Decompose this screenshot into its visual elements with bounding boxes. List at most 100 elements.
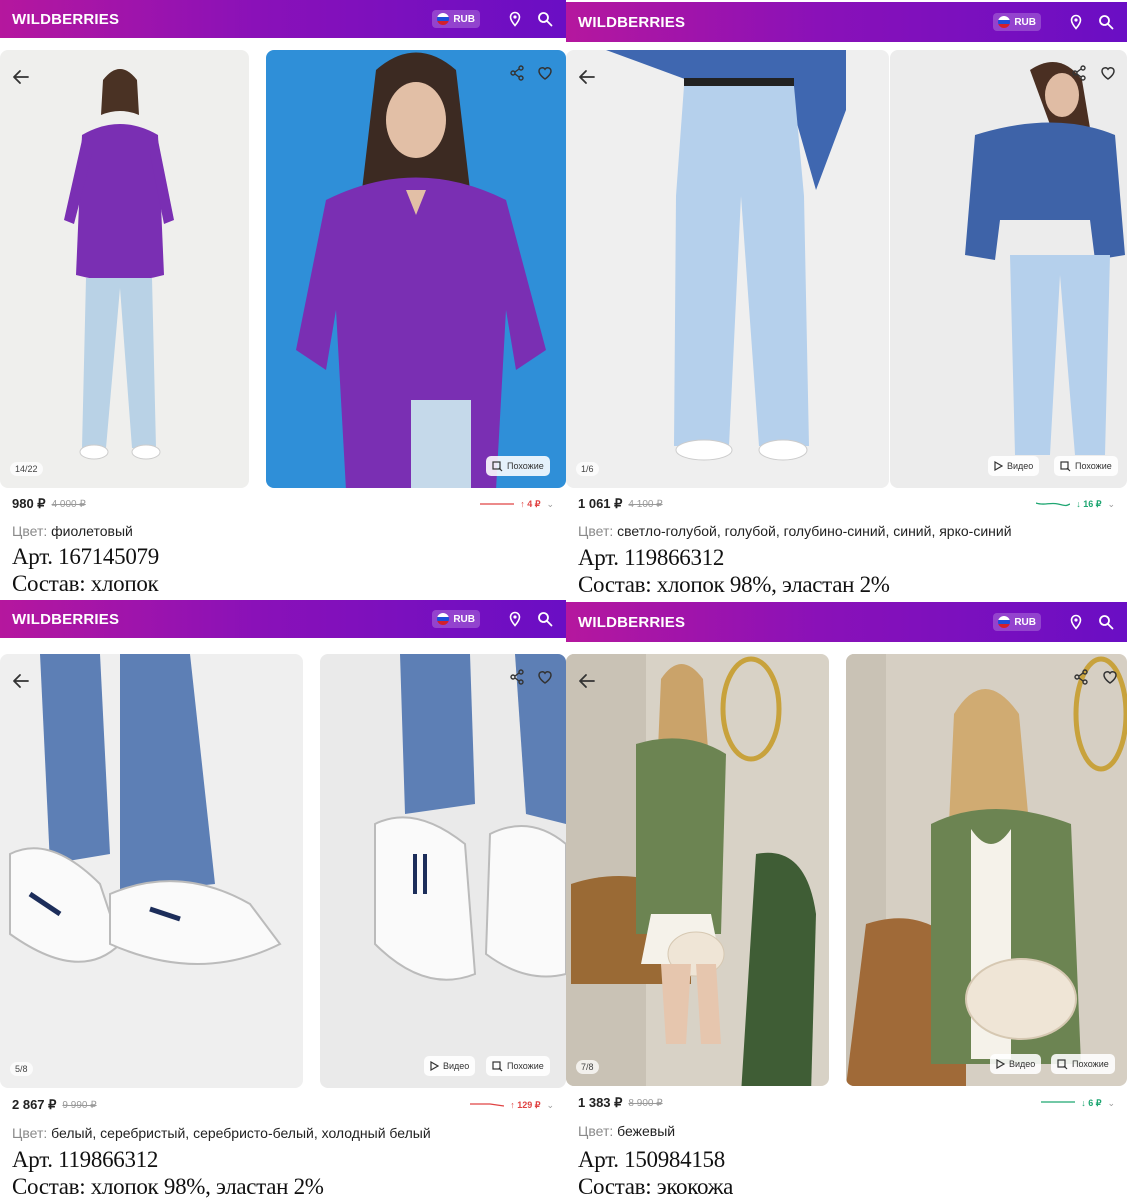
similar-button[interactable]: Похожие bbox=[1054, 456, 1118, 476]
favorite-heart-icon[interactable] bbox=[1101, 668, 1119, 686]
currency-selector[interactable]: RUB bbox=[432, 610, 480, 628]
product-card-handbag: WILDBERRIES RUB 7/8 Видео Похожие 1 383 … bbox=[566, 600, 1127, 1200]
price-trend[interactable]: ↓ 6 ₽ ⌄ bbox=[1041, 1098, 1115, 1109]
old-price: 8 900 ₽ bbox=[628, 1097, 663, 1109]
favorite-heart-icon[interactable] bbox=[536, 64, 554, 82]
old-price: 4 100 ₽ bbox=[628, 498, 663, 510]
video-button[interactable]: Видео bbox=[988, 456, 1040, 476]
article-number: Арт. 167145079 bbox=[12, 544, 159, 569]
product-card-sneakers: WILDBERRIES RUB 5/8 Видео Похожие 2 867 … bbox=[0, 600, 566, 1200]
current-price: 2 867 ₽ bbox=[12, 1097, 57, 1112]
price-delta: ↑ 129 ₽ bbox=[510, 1099, 541, 1110]
location-pin-icon[interactable] bbox=[1067, 13, 1085, 31]
price-delta: ↓ 6 ₽ bbox=[1081, 1097, 1102, 1108]
sneakers-front-image bbox=[374, 654, 566, 981]
back-arrow-icon[interactable] bbox=[10, 670, 32, 692]
product-photo-secondary[interactable]: Видео Похожие bbox=[320, 654, 566, 1088]
color-value: фиолетовый bbox=[51, 523, 133, 539]
model-sweatshirt-jeans-image bbox=[965, 62, 1125, 455]
currency-label: RUB bbox=[1014, 16, 1036, 28]
video-button[interactable]: Видео bbox=[990, 1054, 1042, 1074]
location-pin-icon[interactable] bbox=[506, 10, 524, 28]
color-label: Цвет: bbox=[12, 523, 48, 539]
photo-counter: 5/8 bbox=[10, 1062, 33, 1076]
price-row: 2 867 ₽ 9 990 ₽ ↑ 129 ₽ ⌄ bbox=[12, 1096, 554, 1114]
similar-button[interactable]: Похожие bbox=[486, 1056, 550, 1076]
currency-selector[interactable]: RUB bbox=[993, 613, 1041, 631]
currency-label: RUB bbox=[1014, 616, 1036, 628]
currency-selector[interactable]: RUB bbox=[432, 10, 480, 28]
share-icon[interactable] bbox=[1072, 668, 1090, 686]
photo-gallery[interactable]: 1/6 Видео Похожие bbox=[566, 46, 1127, 488]
similar-button[interactable]: Похожие bbox=[486, 456, 550, 476]
product-photo-secondary[interactable]: Видео Похожие bbox=[846, 654, 1127, 1086]
color-line: Цвет: бежевый bbox=[578, 1123, 1119, 1139]
jeans-legs-image bbox=[606, 50, 846, 461]
share-icon[interactable] bbox=[1070, 64, 1088, 82]
similar-label: Похожие bbox=[507, 1061, 544, 1071]
product-photo-main[interactable]: 1/6 bbox=[566, 50, 889, 488]
back-arrow-icon[interactable] bbox=[10, 66, 32, 88]
play-icon bbox=[994, 461, 1003, 471]
color-label: Цвет: bbox=[578, 1123, 614, 1139]
color-value: светло-голубой, голубой, голубино-синий,… bbox=[617, 523, 1012, 539]
color-value: белый, серебристый, серебристо-белый, хо… bbox=[51, 1125, 431, 1141]
composition: Состав: хлопок 98%, эластан 2% bbox=[578, 572, 890, 597]
similar-label: Похожие bbox=[1075, 461, 1112, 471]
color-label: Цвет: bbox=[12, 1125, 48, 1141]
brand-logo[interactable]: WILDBERRIES bbox=[12, 611, 432, 628]
price-delta: ↑ 4 ₽ bbox=[520, 498, 541, 509]
similar-label: Похожие bbox=[1072, 1059, 1109, 1069]
composition: Состав: хлопок bbox=[12, 571, 159, 596]
color-value: бежевый bbox=[617, 1123, 676, 1139]
russia-flag-icon bbox=[437, 613, 450, 625]
chevron-down-icon: ⌄ bbox=[1107, 1097, 1115, 1108]
favorite-heart-icon[interactable] bbox=[1099, 64, 1117, 82]
photo-gallery[interactable]: 7/8 Видео Похожие bbox=[566, 650, 1127, 1086]
video-button[interactable]: Видео bbox=[424, 1056, 476, 1076]
search-icon[interactable] bbox=[536, 610, 554, 628]
video-label: Видео bbox=[443, 1061, 470, 1071]
similar-button[interactable]: Похожие bbox=[1051, 1054, 1115, 1074]
brand-logo[interactable]: WILDBERRIES bbox=[12, 11, 432, 28]
product-photo-secondary[interactable]: Видео Похожие bbox=[890, 50, 1127, 488]
search-icon[interactable] bbox=[536, 10, 554, 28]
location-pin-icon[interactable] bbox=[506, 610, 524, 628]
product-photo-main[interactable]: 7/8 bbox=[566, 654, 829, 1086]
price-trend-sparkline bbox=[480, 503, 515, 505]
product-photo-main[interactable]: 14/22 bbox=[0, 50, 249, 488]
color-label: Цвет: bbox=[578, 523, 614, 539]
color-line: Цвет: белый, серебристый, серебристо-бел… bbox=[12, 1125, 558, 1141]
search-icon[interactable] bbox=[1097, 13, 1115, 31]
product-photo-secondary[interactable]: Похожие bbox=[266, 50, 566, 488]
price-delta: ↓ 16 ₽ bbox=[1076, 498, 1102, 509]
brand-logo[interactable]: WILDBERRIES bbox=[578, 614, 993, 631]
russia-flag-icon bbox=[998, 616, 1011, 628]
price-trend[interactable]: ↑ 129 ₽ ⌄ bbox=[470, 1100, 554, 1111]
app-header: WILDBERRIES RUB bbox=[566, 2, 1127, 42]
photo-gallery[interactable]: 5/8 Видео Похожие bbox=[0, 650, 566, 1088]
article-number: Арт. 150984158 bbox=[578, 1147, 725, 1172]
share-icon[interactable] bbox=[508, 64, 526, 82]
article-number: Арт. 119866312 bbox=[578, 545, 725, 570]
product-photo-main[interactable]: 5/8 bbox=[0, 654, 303, 1088]
price-trend-sparkline bbox=[1041, 1101, 1076, 1103]
location-pin-icon[interactable] bbox=[1067, 613, 1085, 631]
photo-counter: 7/8 bbox=[576, 1060, 599, 1074]
color-line: Цвет: фиолетовый bbox=[12, 523, 558, 539]
back-arrow-icon[interactable] bbox=[576, 670, 598, 692]
favorite-heart-icon[interactable] bbox=[536, 668, 554, 686]
brand-logo[interactable]: WILDBERRIES bbox=[578, 14, 993, 31]
share-icon[interactable] bbox=[508, 668, 526, 686]
back-arrow-icon[interactable] bbox=[576, 66, 598, 88]
currency-selector[interactable]: RUB bbox=[993, 13, 1041, 31]
price-trend[interactable]: ↓ 16 ₽ ⌄ bbox=[1036, 499, 1115, 510]
price-trend[interactable]: ↑ 4 ₽ ⌄ bbox=[480, 499, 554, 510]
photo-counter: 14/22 bbox=[10, 462, 43, 476]
search-icon[interactable] bbox=[1097, 613, 1115, 631]
model-purple-fullbody-image bbox=[64, 69, 174, 460]
similar-label: Похожие bbox=[507, 461, 544, 471]
composition: Состав: экокожа bbox=[578, 1174, 734, 1199]
app-header: WILDBERRIES RUB bbox=[0, 0, 566, 38]
photo-gallery[interactable]: 14/22 Похожие bbox=[0, 46, 566, 488]
